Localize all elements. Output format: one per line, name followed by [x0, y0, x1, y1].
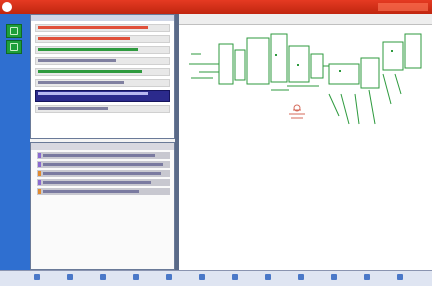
list-item[interactable] — [35, 24, 170, 32]
row-tag-icon — [38, 171, 41, 176]
app-icon — [298, 274, 304, 280]
list-item[interactable] — [35, 57, 170, 65]
list-item[interactable] — [35, 35, 170, 43]
detail-row[interactable] — [37, 179, 170, 186]
title-bar — [0, 0, 432, 14]
left-sidebar — [0, 14, 30, 270]
list-item-text-placeholder — [38, 37, 130, 40]
detail-row-text-placeholder — [43, 181, 151, 184]
app-icon — [331, 274, 337, 280]
detail-row-text-placeholder — [43, 190, 139, 193]
sidebar-app-button-1[interactable] — [6, 24, 22, 38]
detail-row[interactable] — [37, 152, 170, 159]
row-tag-icon — [38, 162, 41, 167]
app-icon — [265, 274, 271, 280]
app-icon — [133, 274, 139, 280]
diagram-block — [270, 33, 288, 83]
taskbar-button[interactable] — [34, 273, 52, 284]
diagram-block — [382, 41, 404, 71]
list-item-text-placeholder — [38, 59, 116, 62]
taskbar-button[interactable] — [67, 273, 85, 284]
list-pane-header — [31, 15, 174, 21]
detail-row-text-placeholder — [43, 163, 163, 166]
taskbar-button[interactable] — [133, 273, 151, 284]
diagram-block — [234, 49, 246, 81]
diagram-block — [404, 33, 422, 69]
diagram-block — [310, 53, 324, 79]
list-pane — [30, 14, 175, 139]
taskbar-button[interactable] — [331, 273, 349, 284]
list-item-text-placeholder — [38, 48, 138, 51]
app-icon — [34, 274, 40, 280]
diagram-block — [328, 63, 360, 85]
detail-pane-header — [31, 143, 174, 150]
taskbar-button[interactable] — [232, 273, 250, 284]
taskbar-button[interactable] — [265, 273, 283, 284]
detail-row-text-placeholder — [43, 154, 155, 157]
list-item[interactable] — [35, 90, 170, 102]
taskbar-button[interactable] — [100, 273, 118, 284]
taskbar-button[interactable] — [166, 273, 184, 284]
detail-row[interactable] — [37, 161, 170, 168]
circuit-diagram[interactable] — [179, 24, 432, 270]
taskbar-button[interactable] — [364, 273, 382, 284]
taskbar-button[interactable] — [199, 273, 217, 284]
detail-pane — [30, 142, 175, 270]
app-icon — [100, 274, 106, 280]
list-item[interactable] — [35, 105, 170, 113]
app-icon — [397, 274, 403, 280]
row-tag-icon — [38, 180, 41, 185]
green-app-icon — [10, 43, 18, 51]
row-tag-icon — [38, 153, 41, 158]
app-icon — [67, 274, 73, 280]
detail-row-text-placeholder — [43, 172, 161, 175]
diagram-block — [246, 37, 270, 85]
diagram-block — [360, 57, 380, 89]
taskbar — [0, 270, 432, 286]
list-item-text-placeholder — [38, 107, 108, 110]
detail-row[interactable] — [37, 188, 170, 195]
list-item[interactable] — [35, 68, 170, 76]
app-logo-icon[interactable] — [2, 2, 12, 12]
green-app-icon — [10, 27, 18, 35]
app-icon — [166, 274, 172, 280]
list-item-text-placeholder — [38, 81, 124, 84]
app-icon — [199, 274, 205, 280]
list-item-text-placeholder — [38, 70, 142, 73]
sidebar-app-button-2[interactable] — [6, 40, 22, 54]
app-icon — [232, 274, 238, 280]
list-item-text-placeholder — [38, 92, 148, 95]
list-item[interactable] — [35, 79, 170, 87]
detail-row[interactable] — [37, 170, 170, 177]
diagram-view[interactable] — [179, 14, 432, 270]
taskbar-button[interactable] — [298, 273, 316, 284]
list-item[interactable] — [35, 46, 170, 54]
window-controls[interactable] — [378, 3, 428, 11]
app-icon — [364, 274, 370, 280]
taskbar-button[interactable] — [397, 273, 415, 284]
diagram-block — [218, 43, 234, 85]
row-tag-icon — [38, 189, 41, 194]
list-item-text-placeholder — [38, 26, 148, 29]
